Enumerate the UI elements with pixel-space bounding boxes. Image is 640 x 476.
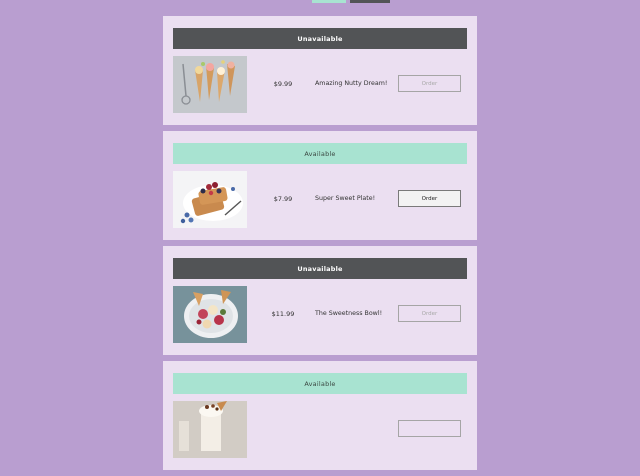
- dessert-name: The Sweetness Bowl!: [315, 310, 383, 317]
- dessert-card: Unavailable $11.99 The Sweetness Bowl! O…: [163, 246, 477, 355]
- order-button[interactable]: Order: [398, 305, 461, 322]
- tab-available[interactable]: [312, 0, 346, 3]
- status-bar-unavailable: Unavailable: [173, 258, 467, 279]
- status-bar-available: Available: [173, 373, 467, 394]
- dessert-name: Amazing Nutty Dream!: [315, 80, 388, 87]
- dessert-name: Super Sweet Plate!: [315, 195, 376, 202]
- price: $11.99: [271, 310, 295, 318]
- order-button[interactable]: Order: [398, 75, 461, 92]
- dessert-card: Unavailable $9.99 Amazing Nutty Dream! O…: [163, 16, 477, 125]
- order-button[interactable]: Order: [398, 190, 461, 207]
- waffle-berries-image: [173, 171, 247, 228]
- sundae-glass-image: [173, 401, 247, 458]
- tab-unavailable[interactable]: [350, 0, 390, 3]
- ice-cream-cones-image: [173, 56, 247, 113]
- dessert-card: Available: [163, 361, 477, 470]
- price: $7.99: [273, 195, 293, 203]
- dessert-list: Unavailable $9.99 Amazing Nutty Dream! O…: [163, 16, 477, 476]
- status-bar-available: Available: [173, 143, 467, 164]
- top-tabs: [312, 0, 390, 3]
- price: $9.99: [273, 80, 293, 88]
- dessert-card: Available $7.99 Super Sweet Plate! Order: [163, 131, 477, 240]
- dessert-bowl-image: [173, 286, 247, 343]
- order-button[interactable]: [398, 420, 461, 437]
- status-bar-unavailable: Unavailable: [173, 28, 467, 49]
